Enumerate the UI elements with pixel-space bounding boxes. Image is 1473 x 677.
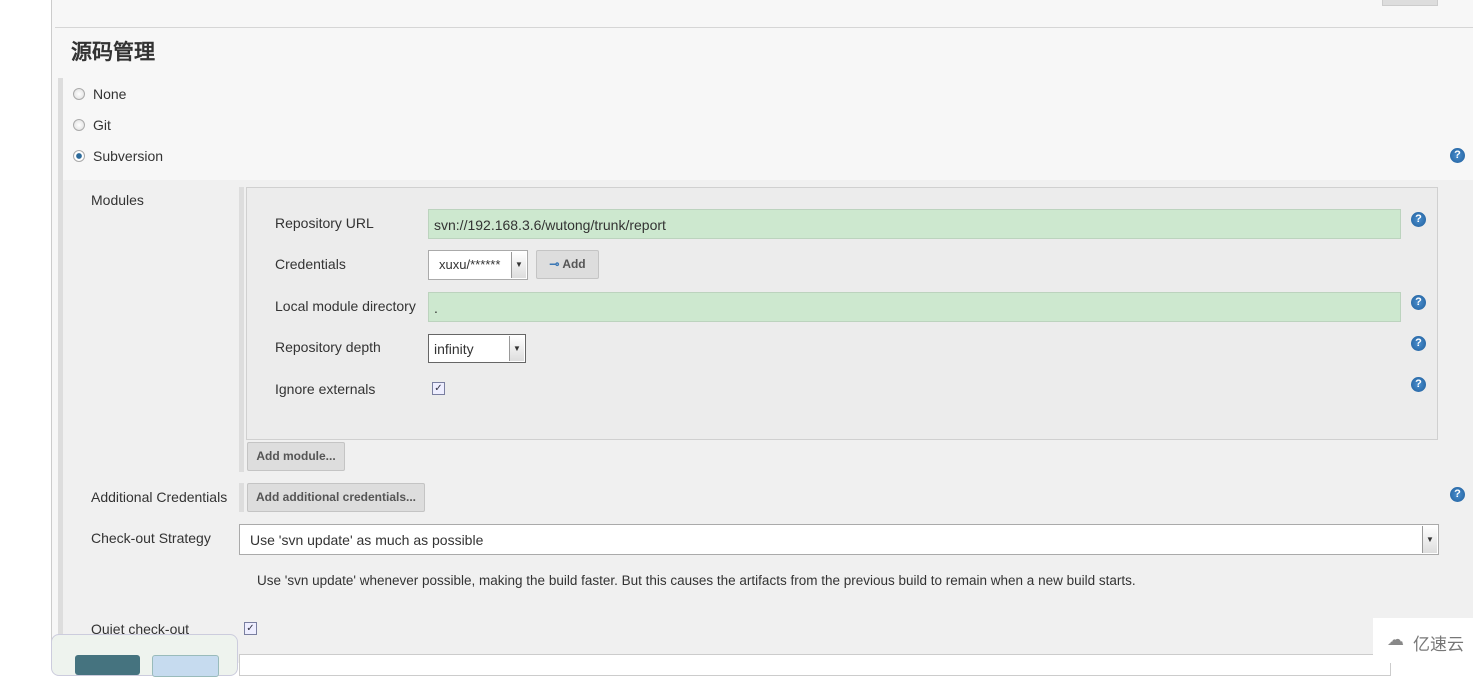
help-icon[interactable]: ? (1411, 377, 1426, 392)
checkout-strategy-select[interactable]: Use 'svn update' as much as possible ▼ (239, 524, 1439, 555)
credentials-label: Credentials (275, 256, 346, 272)
radio-git-label: Git (93, 117, 111, 133)
help-icon[interactable]: ? (1411, 295, 1426, 310)
watermark-text: 亿速云 (1413, 635, 1464, 654)
add-label: Add (562, 257, 586, 271)
help-icon[interactable]: ? (1411, 336, 1426, 351)
top-button[interactable] (1382, 0, 1438, 6)
additional-credentials-label: Additional Credentials (91, 489, 228, 505)
next-field[interactable] (239, 654, 1391, 676)
credentials-bar (239, 483, 244, 512)
credentials-value: xuxu/****** (439, 257, 501, 272)
apply-button[interactable] (152, 655, 219, 677)
watermark: ☁ 亿速云 (1373, 618, 1473, 663)
quiet-checkout-checkbox[interactable]: ✓ (244, 622, 257, 635)
credentials-select[interactable]: xuxu/****** ▼ (428, 250, 528, 280)
divider (55, 27, 1473, 28)
modules-bar (239, 187, 244, 472)
radio-none-label: None (93, 86, 127, 102)
repository-depth-label: Repository depth (275, 339, 381, 355)
save-button[interactable] (75, 655, 140, 675)
repository-depth-value: infinity (434, 341, 474, 357)
chevron-down-icon: ▼ (1422, 526, 1437, 553)
help-icon[interactable]: ? (1450, 487, 1465, 502)
repository-url-input[interactable]: svn://192.168.3.6/wutong/trunk/report (428, 209, 1401, 239)
add-credentials-button[interactable]: ⊸ Add (536, 250, 599, 279)
section-title: 源码管理 (71, 41, 155, 64)
checkout-strategy-label: Check-out Strategy (91, 530, 211, 546)
help-icon[interactable]: ? (1411, 212, 1426, 227)
ignore-externals-label: Ignore externals (275, 381, 376, 397)
repository-url-label: Repository URL (275, 215, 374, 231)
radio-none[interactable] (73, 88, 85, 100)
checkout-strategy-description: Use 'svn update' whenever possible, maki… (257, 573, 1136, 588)
cloud-icon: ☁ (1387, 630, 1404, 649)
chevron-down-icon: ▼ (509, 336, 524, 361)
key-icon: ⊸ (549, 257, 560, 271)
radio-subversion-label: Subversion (93, 148, 164, 164)
checkout-strategy-value: Use 'svn update' as much as possible (250, 532, 484, 548)
add-module-button[interactable]: Add module... (247, 442, 345, 471)
modules-label: Modules (91, 192, 144, 208)
radio-subversion[interactable] (73, 150, 85, 162)
ignore-externals-checkbox[interactable]: ✓ (432, 382, 445, 395)
local-module-directory-input[interactable]: . (428, 292, 1401, 322)
chevron-down-icon: ▼ (511, 252, 526, 278)
help-icon[interactable]: ? (1450, 148, 1465, 163)
local-module-directory-label: Local module directory (275, 298, 416, 314)
repository-depth-select[interactable]: infinity ▼ (428, 334, 526, 363)
add-additional-credentials-button[interactable]: Add additional credentials... (247, 483, 425, 512)
radio-git[interactable] (73, 119, 85, 131)
